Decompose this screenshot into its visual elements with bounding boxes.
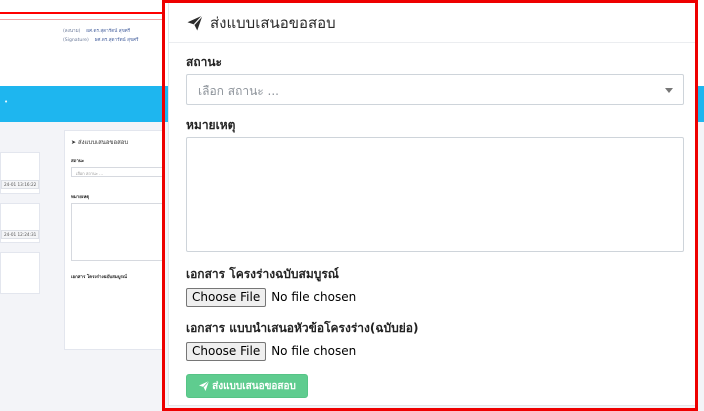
signature-line: (ลงนาม) ผศ.ดร.สุดารัตน์ สุขศรี [63, 28, 130, 35]
mini-note-textarea [71, 203, 165, 261]
background-card [0, 252, 40, 294]
background-card: 24-01 12:24:31 [0, 203, 40, 243]
signature-line: (Signature) ผศ.ดร.สุดารัตน์ สุขศรี [63, 37, 138, 44]
background-band-marker: • [4, 98, 9, 106]
highlight-frame-main [162, 0, 698, 411]
highlight-frame-top [0, 0, 164, 14]
background-card: 24-01 13:16:22 [0, 152, 40, 194]
mini-note-label: หมายเหตุ [71, 195, 90, 200]
screen: (ลงนาม) ผศ.ดร.สุดารัตน์ สุขศรี (Signature… [0, 0, 704, 411]
signature-label: (Signature) [63, 38, 89, 43]
signature-value: ผศ.ดร.สุดารัตน์ สุขศรี [94, 38, 139, 43]
background-mini-panel: ➤ ส่งแบบเสนอขอสอบ สถานะ เลือก สถานะ ... … [64, 130, 165, 350]
timestamp-chip: 24-01 12:24:31 [1, 230, 40, 239]
signature-value: ผศ.ดร.สุดารัตน์ สุขศรี [86, 29, 131, 34]
timestamp-chip: 24-01 13:16:22 [1, 180, 40, 189]
background-divider [0, 14, 164, 20]
mini-status-placeholder: เลือก สถานะ ... [76, 171, 103, 176]
mini-panel-title: ➤ ส่งแบบเสนอขอสอบ [71, 139, 129, 146]
signature-label: (ลงนาม) [63, 29, 81, 34]
mini-status-select: เลือก สถานะ ... [71, 167, 165, 177]
mini-status-label: สถานะ [71, 159, 85, 164]
mini-document-label: เอกสาร โครงร่างฉบับสมบูรณ์ [71, 275, 127, 280]
